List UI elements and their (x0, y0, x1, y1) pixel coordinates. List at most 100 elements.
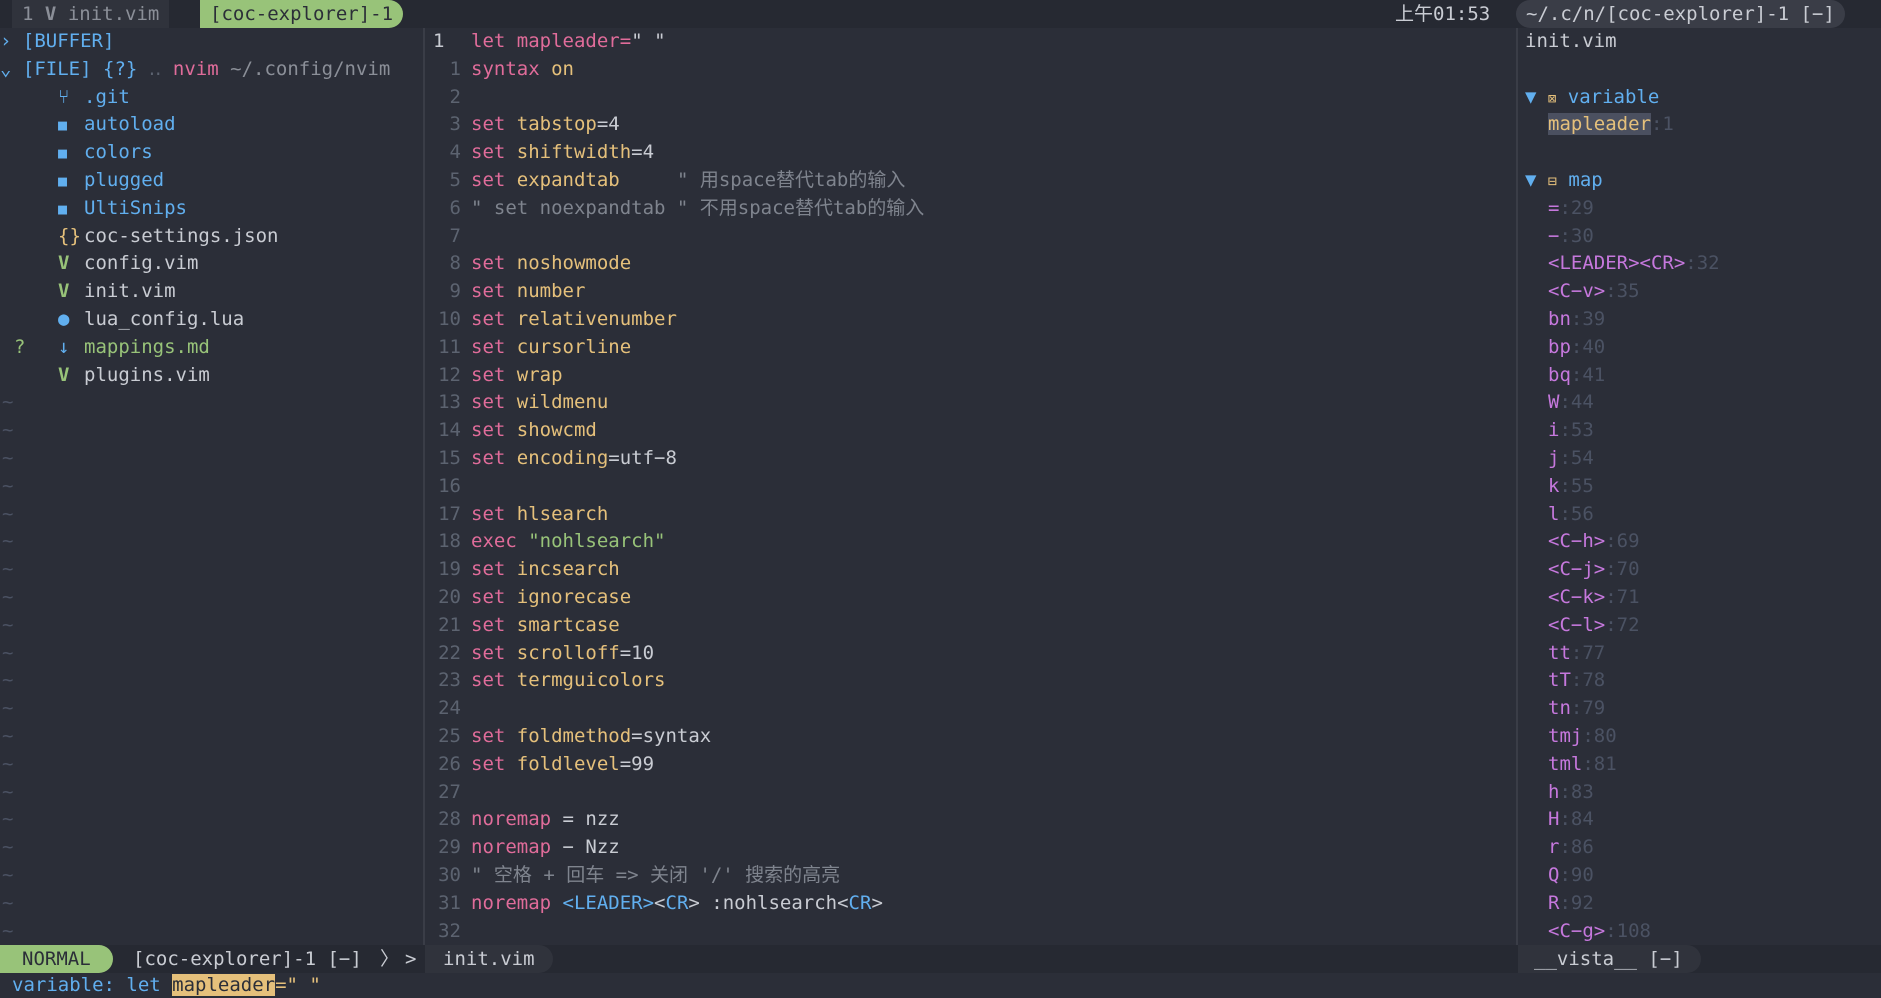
code-line[interactable]: 27 (425, 779, 1516, 807)
triangle-down-icon: ▼ (1525, 85, 1537, 108)
editor-buffer[interactable]: 1 let mapleader=" " 1 syntax on 2 3 set tabsto… (425, 28, 1516, 945)
vista-map-item[interactable]: <C−g>:108 (1518, 918, 1881, 946)
vista-map-item[interactable]: tT:78 (1518, 667, 1881, 695)
code-line[interactable]: 29 noremap − Nzz (425, 834, 1516, 862)
code-line[interactable]: 7 (425, 223, 1516, 251)
code-line[interactable]: 16 (425, 473, 1516, 501)
vista-map-item[interactable]: W:44 (1518, 389, 1881, 417)
vista-map-item[interactable]: bp:40 (1518, 334, 1881, 362)
map-line: :32 (1685, 252, 1720, 275)
vista-map-item[interactable]: j:54 (1518, 445, 1881, 473)
explorer-item[interactable]: Vconfig.vim (0, 250, 423, 278)
command-line[interactable]: variable: let mapleader=" " (0, 973, 1881, 998)
code-line[interactable]: 8 set noshowmode (425, 250, 1516, 278)
code-line[interactable]: 25 set foldmethod=syntax (425, 723, 1516, 751)
code-line[interactable]: 18 exec "nohlsearch" (425, 528, 1516, 556)
code-line[interactable]: 1 let mapleader=" " (425, 28, 1516, 56)
code-line[interactable]: 12 set wrap (425, 362, 1516, 390)
tab-label: init.vim (67, 3, 160, 25)
code-line[interactable]: 4 set shiftwidth=4 (425, 139, 1516, 167)
vista-variable-item[interactable]: mapleader:1 (1518, 111, 1881, 139)
vista-map-item[interactable]: l:56 (1518, 501, 1881, 529)
map-icon: ⊟ (1547, 171, 1557, 190)
vista-map-item[interactable]: h:83 (1518, 779, 1881, 807)
code-token: set (471, 419, 506, 442)
map-name: i (1548, 419, 1560, 442)
file-explorer[interactable]: › [BUFFER] ⌄ [FILE] {?} ‥ nvim ~/.config… (0, 28, 423, 945)
code-line[interactable]: 28 noremap = nzz (425, 806, 1516, 834)
buffer-path-tab[interactable]: ~/.c/n/[coc-explorer]-1 [−] (1516, 0, 1845, 28)
git-status (0, 306, 58, 334)
git-status (0, 139, 58, 167)
vista-map-item[interactable]: <C−k>:71 (1518, 584, 1881, 612)
vista-group-variable[interactable]: ▼ ⊠ variable (1518, 84, 1881, 112)
vista-group-map[interactable]: ▼ ⊟ map (1518, 167, 1881, 195)
map-name: bn (1548, 307, 1571, 330)
code-line[interactable]: 14 set showcmd (425, 417, 1516, 445)
vista-map-item[interactable]: −:30 (1518, 223, 1881, 251)
vista-map-item[interactable]: <C−j>:70 (1518, 556, 1881, 584)
vista-map-item[interactable]: =:29 (1518, 195, 1881, 223)
vista-map-item[interactable]: k:55 (1518, 473, 1881, 501)
map-line: :78 (1570, 669, 1606, 692)
code-line[interactable]: 10 set relativenumber (425, 306, 1516, 334)
vista-map-item[interactable]: <C−l>:72 (1518, 612, 1881, 640)
line-number: 24 (438, 697, 461, 720)
vista-map-item[interactable]: r:86 (1518, 834, 1881, 862)
code-line[interactable]: 17 set hlsearch (425, 501, 1516, 529)
vista-map-item[interactable]: R:92 (1518, 890, 1881, 918)
explorer-item[interactable]: {} coc-settings.json (0, 223, 423, 251)
code-line[interactable]: 1 syntax on (425, 56, 1516, 84)
explorer-item[interactable]: ■ autoload (0, 111, 423, 139)
code-token: set (471, 502, 506, 525)
code-line[interactable]: 3 set tabstop=4 (425, 111, 1516, 139)
code-line[interactable]: 20 set ignorecase (425, 584, 1516, 612)
vista-map-item[interactable]: Q:90 (1518, 862, 1881, 890)
code-line[interactable]: 2 (425, 84, 1516, 112)
vista-map-item[interactable]: tmj:80 (1518, 723, 1881, 751)
vista-map-item[interactable]: H:84 (1518, 806, 1881, 834)
code-token: set (471, 363, 506, 386)
empty-line-tilde: ~ (2, 585, 14, 608)
vista-map-item[interactable]: tn:79 (1518, 695, 1881, 723)
code-line[interactable]: 21 set smartcase (425, 612, 1516, 640)
map-line: :56 (1559, 502, 1594, 525)
code-line[interactable]: 11 set cursorline (425, 334, 1516, 362)
code-line[interactable]: 23 set termguicolors (425, 667, 1516, 695)
vista-outline[interactable]: init.vim ▼ ⊠ variable mapleader:1 ▼ ⊟ ma… (1518, 28, 1881, 945)
code-line[interactable]: 9 set number (425, 278, 1516, 306)
tab-coc-explorer[interactable]: [coc-explorer]-1 (200, 0, 404, 28)
code-line[interactable]: 13 set wildmenu (425, 389, 1516, 417)
code-line[interactable]: 22 set scrolloff=10 (425, 640, 1516, 668)
code-line[interactable]: 19 set incsearch (425, 556, 1516, 584)
code-line[interactable]: 30 " 空格 + 回车 => 关闭 '/' 搜索的高亮 (425, 862, 1516, 890)
vista-map-item[interactable]: <C−h>:69 (1518, 528, 1881, 556)
vista-map-item[interactable]: bn:39 (1518, 306, 1881, 334)
explorer-file-source[interactable]: ⌄ [FILE] {?} ‥ nvim ~/.config/nvim (0, 56, 423, 84)
explorer-item[interactable]: ⑂ .git (0, 84, 423, 112)
explorer-item[interactable]: ● lua_config.lua (0, 306, 423, 334)
code-line[interactable]: 26 set foldlevel=99 (425, 751, 1516, 779)
code-line[interactable]: 31 noremap <LEADER><CR> :nohlsearch<CR> (425, 890, 1516, 918)
explorer-item[interactable]: ■ UltiSnips (0, 195, 423, 223)
explorer-item[interactable]: ■ plugged (0, 167, 423, 195)
explorer-item[interactable]: Vinit.vim (0, 278, 423, 306)
tab-init-vim[interactable]: 1 V init.vim (12, 0, 170, 28)
vista-map-item[interactable]: bq:41 (1518, 362, 1881, 390)
vista-map-item[interactable]: tml:81 (1518, 751, 1881, 779)
vista-map-item[interactable]: <LEADER><CR>:32 (1518, 250, 1881, 278)
code-line[interactable]: 15 set encoding=utf−8 (425, 445, 1516, 473)
code-line[interactable]: 5 set expandtab " 用space替代tab的输入 (425, 167, 1516, 195)
map-line: :90 (1559, 863, 1594, 886)
vista-map-item[interactable]: <C−v>:35 (1518, 278, 1881, 306)
code-line[interactable]: 32 (425, 918, 1516, 946)
explorer-buffer-source[interactable]: › [BUFFER] (0, 28, 423, 56)
code-line[interactable]: 24 (425, 695, 1516, 723)
explorer-item[interactable]: Vplugins.vim (0, 362, 423, 390)
code-line[interactable]: 6 " set noexpandtab " 不用space替代tab的输入 (425, 195, 1516, 223)
vista-map-item[interactable]: tt:77 (1518, 640, 1881, 668)
vista-map-item[interactable]: i:53 (1518, 417, 1881, 445)
explorer-item-name: mappings.md (84, 335, 210, 358)
explorer-item[interactable]: ■ colors (0, 139, 423, 167)
explorer-item[interactable]: ? ↓ mappings.md (0, 334, 423, 362)
